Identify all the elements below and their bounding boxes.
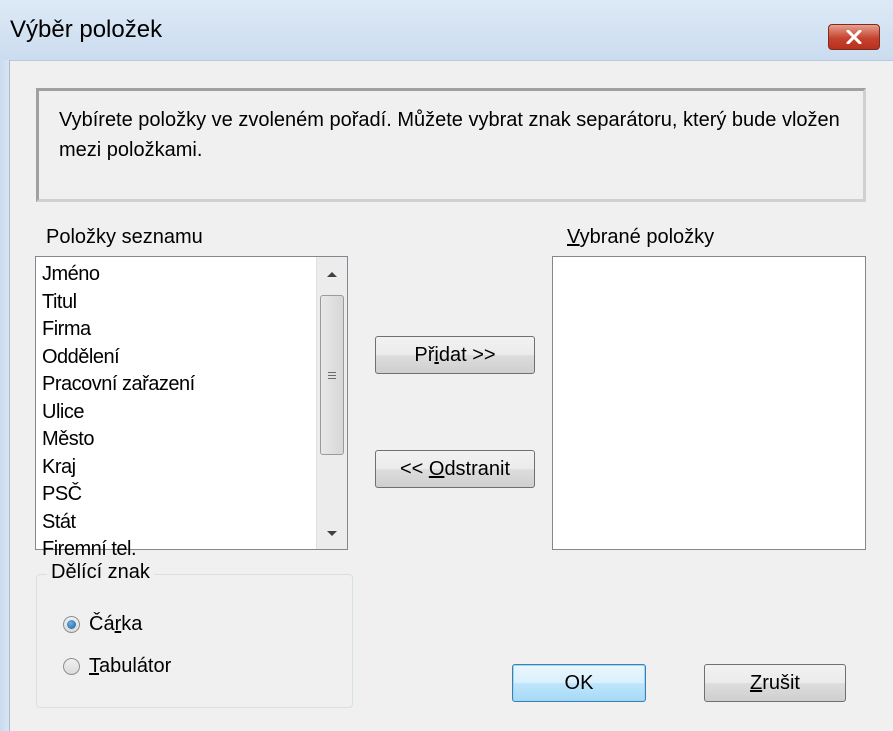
window-title: Výběr položek — [10, 16, 163, 43]
scroll-down-button[interactable] — [317, 519, 347, 549]
list-item[interactable]: Jméno — [42, 261, 312, 289]
info-text: Vybírete položky ve zvoleném pořadí. Můž… — [59, 109, 840, 161]
title-bar: Výběr položek — [0, 0, 893, 61]
radio-tab-indicator[interactable] — [63, 658, 80, 675]
scroll-up-arrow-icon — [327, 272, 337, 277]
scroll-down-arrow-icon — [327, 531, 337, 536]
list-item[interactable]: Ulice — [42, 399, 312, 427]
separator-legend: Dělící znak — [47, 561, 154, 584]
radio-comma[interactable]: Čárka — [63, 613, 142, 636]
list-item[interactable]: Stát — [42, 509, 312, 537]
window-frame-left — [0, 60, 10, 731]
list-item[interactable]: PSČ — [42, 481, 312, 509]
remove-button[interactable]: << Odstranit — [375, 450, 535, 488]
list-items-label: Položky seznamu — [46, 226, 203, 248]
scroll-grip-icon — [328, 370, 336, 381]
close-button[interactable] — [828, 24, 880, 50]
vertical-scrollbar[interactable] — [316, 257, 347, 549]
add-button[interactable]: Př i dat >> — [375, 336, 535, 374]
list-item[interactable]: Firma — [42, 316, 312, 344]
list-item[interactable]: Kraj — [42, 454, 312, 482]
radio-tab-label: Tabulátor — [89, 655, 172, 677]
close-icon — [846, 30, 862, 44]
info-text-box: Vybírete položky ve zvoleném pořadí. Můž… — [36, 88, 866, 202]
scroll-up-button[interactable] — [317, 259, 347, 289]
list-item[interactable]: Firemní tel. — [42, 536, 312, 564]
scroll-thumb[interactable] — [320, 295, 344, 455]
separator-groupbox: Dělící znak Čárka Tabulátor — [36, 561, 353, 708]
dialog-window: Výběr položek Vybírete položky ve zvolen… — [0, 0, 893, 731]
list-item[interactable]: Město — [42, 426, 312, 454]
list-item[interactable]: Titul — [42, 289, 312, 317]
list-item[interactable]: Pracovní zařazení — [42, 371, 312, 399]
cancel-button[interactable]: Zrušit — [704, 664, 846, 702]
list-item[interactable]: Oddělení — [42, 344, 312, 372]
available-items-list: Jméno Titul Firma Oddělení Pracovní zařazení… — [42, 261, 312, 564]
ok-button[interactable]: OK — [512, 664, 646, 702]
available-items-listbox[interactable]: Jméno Titul Firma Oddělení Pracovní zařazení… — [35, 256, 348, 560]
radio-comma-label: Čárka — [89, 613, 143, 635]
selected-items-label: Vybrané položky — [567, 226, 715, 248]
radio-comma-indicator[interactable] — [63, 616, 80, 633]
radio-tab[interactable]: Tabulátor — [63, 655, 171, 678]
selected-items-listbox[interactable] — [552, 256, 866, 550]
